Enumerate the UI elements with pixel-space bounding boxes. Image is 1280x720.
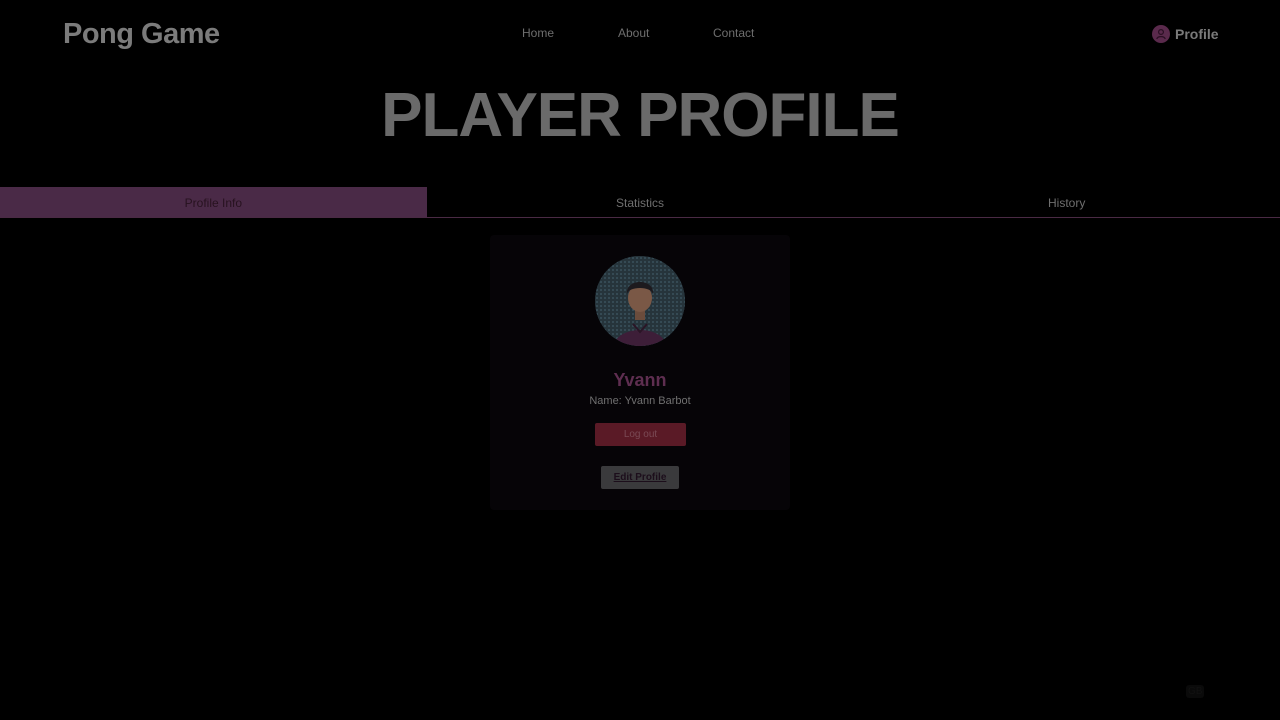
top-nav-bar: Pong Game Home About Contact Profile <box>0 0 1280 70</box>
main-nav: Home About Contact <box>0 26 1280 42</box>
tab-statistics[interactable]: Statistics <box>427 187 854 217</box>
language-switch[interactable]: GB <box>1186 685 1205 698</box>
avatar <box>595 256 685 346</box>
user-circle-icon <box>1152 25 1170 43</box>
full-name: Name: Yvann Barbot <box>589 395 691 407</box>
page: Pong Game Home About Contact Profile PLA… <box>0 0 1280 720</box>
nav-link-home[interactable]: Home <box>522 26 554 40</box>
profile-link[interactable]: Profile <box>1152 24 1219 44</box>
nav-link-contact[interactable]: Contact <box>713 26 754 40</box>
profile-link-label: Profile <box>1175 26 1219 42</box>
profile-card: Yvann Name: Yvann Barbot Log out Edit Pr… <box>490 235 790 510</box>
page-title: PLAYER PROFILE <box>381 81 900 150</box>
nav-link-about[interactable]: About <box>618 26 649 40</box>
tab-history[interactable]: History <box>853 187 1280 217</box>
edit-profile-button[interactable]: Edit Profile <box>601 466 679 489</box>
logout-button[interactable]: Log out <box>595 423 686 446</box>
username: Yvann <box>613 370 667 390</box>
profile-tabs: Profile Info Statistics History <box>0 187 1280 218</box>
tab-profile-info[interactable]: Profile Info <box>0 187 427 217</box>
avatar-illustration <box>595 256 685 346</box>
